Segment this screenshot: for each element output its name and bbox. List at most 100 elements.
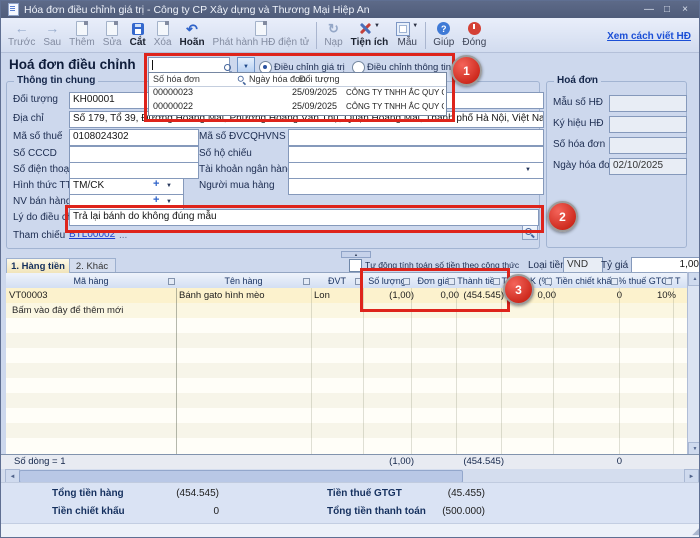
publish-einvoice-button[interactable]: Phát hành HĐ điện tử [209,20,314,48]
empty-row[interactable] [6,438,687,455]
cell-quantity: (1,00) [363,288,417,303]
empty-row[interactable] [6,318,687,334]
close-button[interactable]: × [677,4,693,15]
buyer-field[interactable] [288,178,544,195]
citizen-id-label: Số CCCD [13,148,57,159]
add-button[interactable]: Thêm [65,20,99,48]
reference-lookup-button[interactable] [522,225,538,240]
column-divider [619,288,620,454]
empty-row[interactable] [6,423,687,439]
empty-row[interactable] [6,408,687,424]
phone-field[interactable] [69,162,199,179]
pin-icon [545,278,552,285]
help-icon: ? [437,22,450,35]
minimize-button[interactable]: — [641,4,657,15]
reference-link[interactable]: BTL00002 [69,229,115,240]
general-info-group-title: Thông tin chung [14,75,98,86]
footer-amount-total: (454.545) [456,455,507,469]
chevron-down-icon[interactable]: ▼ [166,183,172,189]
column-divider [501,288,502,454]
empty-row[interactable] [6,363,687,379]
search-icon [238,76,247,85]
tax-code-field[interactable]: 0108024302 [69,129,199,146]
dropdown-row[interactable]: 00000022 25/09/2025 CÔNG TY TNHH ẮC QUY … [149,100,446,114]
close-form-button[interactable]: Đóng [458,20,490,48]
dropdown-col-invoice-no[interactable]: Số hóa đơn [153,73,237,86]
passport-label: Số hộ chiếu [199,148,252,159]
template-button[interactable]: ▼ Mẫu [392,20,422,48]
budget-unit-code-label: Mã số ĐVCQHVNS [199,131,286,142]
column-divider [673,288,674,454]
collapse-splitter-button[interactable]: ▲ [341,251,371,258]
buyer-label: Người mua hàng [199,180,275,191]
vertical-scrollbar[interactable]: ▲ ▼ [687,272,700,454]
currency-label: Loại tiền [528,260,566,271]
reload-button[interactable]: ↻ Nạp [320,20,346,48]
payment-method-label: Hình thức TT [13,180,72,191]
budget-unit-code-field[interactable] [288,129,544,146]
bank-account-field[interactable] [288,162,544,179]
pin-icon [168,278,175,285]
annotation-circle-2: 2 [547,201,578,232]
add-icon[interactable]: + [153,194,159,206]
dropdown-col-partner[interactable]: Đối tượng [299,73,439,86]
passport-field[interactable] [288,146,544,163]
footer-quantity-total: (1,00) [363,455,417,469]
citizen-id-field[interactable] [69,146,199,163]
invoice-form-field[interactable] [609,95,687,112]
invoice-series-field[interactable] [609,116,687,133]
vat-amount-value: (45.455) [418,488,485,499]
annotation-circle-3: 3 [503,274,534,305]
cell-discount-amount: 0 [553,288,625,303]
chevron-down-icon[interactable]: ▼ [166,199,172,205]
pin-icon [611,278,618,285]
next-button[interactable]: → Sau [39,20,65,48]
invoice-number-field[interactable] [609,137,687,154]
refresh-icon: ↻ [328,22,339,35]
vat-amount-label: Tiền thuế GTGT [327,488,402,499]
utilities-button[interactable]: ▼ Tiện ích [347,20,393,48]
save-icon [132,23,144,35]
scroll-up-button[interactable]: ▲ [688,272,700,286]
empty-row[interactable] [6,348,687,364]
prev-button[interactable]: ← Trước [4,20,39,48]
empty-row[interactable] [6,333,687,349]
address-label: Địa chỉ [13,113,44,124]
empty-row[interactable] [6,378,687,394]
invoice-number-label: Số hóa đơn [553,139,605,150]
discount-amount-label: Tiền chiết khấu [52,506,125,517]
magnifier-icon [525,228,535,238]
auto-calc-checkbox[interactable] [349,259,362,272]
column-divider [553,288,554,454]
help-button[interactable]: ? Giúp [429,20,458,48]
invoice-date-field[interactable]: 02/10/2025 [609,158,687,175]
resize-grip-icon[interactable]: ◢ [692,526,699,537]
tab-items-money[interactable]: 1. Hàng tiền [6,258,70,273]
horizontal-scrollbar[interactable]: ◄ ► [1,469,700,482]
toolbar: ← Trước → Sau Thêm Sửa Cắt Xóa ↶ Hoãn [1,18,699,53]
delete-button[interactable]: Xóa [150,20,176,48]
undo-button[interactable]: ↶ Hoãn [176,20,209,48]
cell-amount: (454.545) [456,288,507,303]
maximize-button[interactable]: □ [659,4,675,15]
edit-button[interactable]: Sửa [99,20,126,48]
app-icon [8,3,19,16]
pin-icon [403,278,410,285]
adjust-reason-field[interactable]: Trả lại bánh do không đúng mẫu [69,209,539,226]
save-button[interactable]: Cắt [126,20,150,48]
empty-row[interactable] [6,393,687,409]
edit-document-icon [106,21,118,36]
total-goods-value: (454.545) [149,488,219,499]
invoice-series-label: Ký hiệu HĐ [553,118,604,129]
tab-other[interactable]: 2. Khác [68,258,116,273]
dropdown-row[interactable]: 00000023 25/09/2025 CÔNG TY TNHH ẮC QUY … [149,86,446,100]
annotation-circle-1: 1 [451,55,482,86]
add-icon[interactable]: + [153,178,159,190]
add-new-row[interactable]: Bấm vào đây để thêm mới [6,303,699,319]
app-window: Hóa đơn điều chỉnh giá trị - Công ty CP … [0,0,700,538]
total-goods-label: Tổng tiền hàng [52,488,124,499]
chevron-down-icon[interactable]: ▼ [525,167,531,173]
how-to-write-invoice-link[interactable]: Xem cách viết HĐ [607,31,691,42]
cell-item-code: VT00003 [6,288,182,303]
pin-icon [665,278,672,285]
